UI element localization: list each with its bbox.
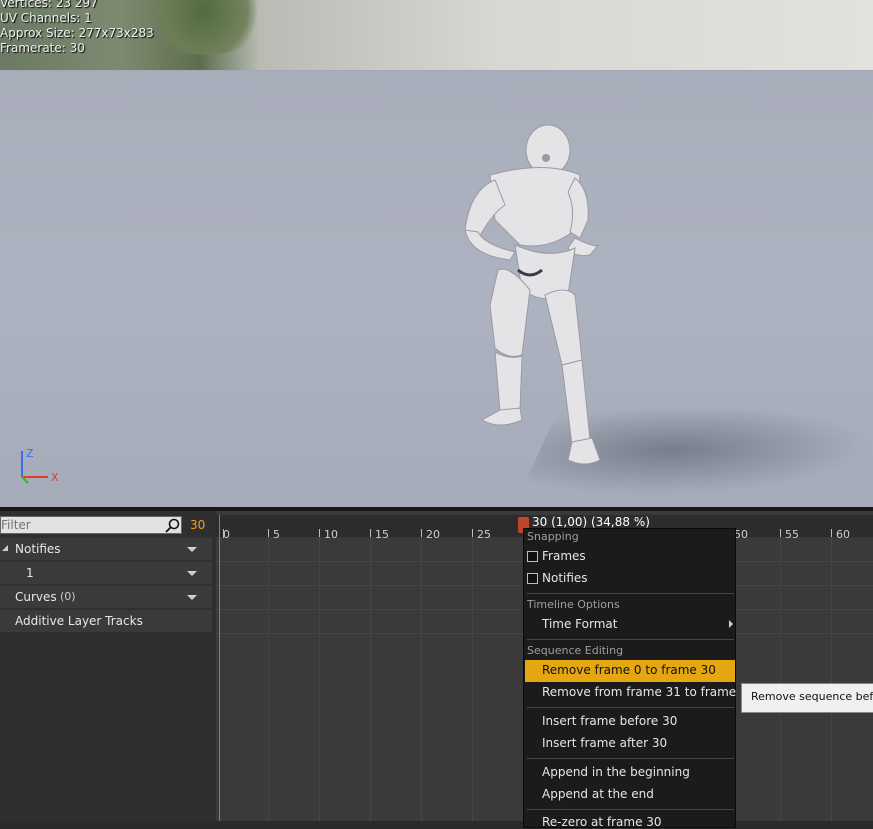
expand-arrow-icon[interactable] xyxy=(2,545,8,551)
ruler-tick-label: 20 xyxy=(426,528,440,541)
menu-separator xyxy=(527,639,734,640)
menu-item-insert-after[interactable]: Insert frame after 30 xyxy=(542,736,667,750)
stat-uv-channels: UV Channels: 1 xyxy=(0,11,92,25)
menu-item-insert-before[interactable]: Insert frame before 30 xyxy=(542,714,677,728)
frames-checkbox[interactable] xyxy=(527,551,538,562)
grid-line xyxy=(319,537,320,821)
tooltip-text: Remove sequence before xyxy=(751,690,873,703)
axis-z-label: Z xyxy=(26,447,34,460)
dropdown-arrow-icon[interactable] xyxy=(187,571,197,576)
ruler-tick-label: 10 xyxy=(324,528,338,541)
notifies-checkbox[interactable] xyxy=(527,573,538,584)
axis-gizmo: Z X xyxy=(21,447,59,484)
menu-separator xyxy=(527,707,734,708)
background-foliage xyxy=(150,0,260,55)
menu-tooltip: Remove sequence before xyxy=(741,683,873,713)
playhead-readout: 30 (1,00) (34,88 %) xyxy=(532,515,650,529)
grid-line xyxy=(370,537,371,821)
track-label: Notifies xyxy=(15,542,61,556)
menu-item-snap-frames[interactable]: Frames xyxy=(542,549,586,563)
timeline-context-menu: Snapping Frames Notifies Timeline Option… xyxy=(523,528,755,829)
menu-section-header: Sequence Editing xyxy=(527,644,624,657)
current-frame-count: 30 xyxy=(190,518,206,532)
menu-item-remove-frame-0-to-30[interactable]: Remove frame 0 to frame 30 xyxy=(542,663,716,677)
axis-x-label: X xyxy=(51,471,59,484)
grid-line xyxy=(268,537,269,821)
dropdown-arrow-icon[interactable] xyxy=(187,595,197,600)
filter-box[interactable] xyxy=(0,516,182,534)
menu-separator xyxy=(527,809,734,810)
track-label: Curves xyxy=(15,590,57,604)
ruler-tick-label: 55 xyxy=(785,528,799,541)
menu-item-append-beginning[interactable]: Append in the beginning xyxy=(542,765,690,779)
grid-line xyxy=(831,537,832,821)
grid-line xyxy=(472,537,473,821)
menu-item-remove-frame-31-to-87[interactable]: Remove from frame 31 to frame 87 xyxy=(542,685,755,699)
track-row-notify-1[interactable]: 1 xyxy=(0,562,212,584)
ruler-tick-label: 0 xyxy=(223,528,230,541)
submenu-arrow-icon xyxy=(729,620,733,628)
stat-framerate: Framerate: 30 xyxy=(0,41,85,55)
grid-line xyxy=(780,537,781,821)
sequence-editor-panel: 30 Notifies 1 Curves (0) Additive Layer … xyxy=(0,511,873,821)
menu-item-snap-notifies[interactable]: Notifies xyxy=(542,571,588,585)
track-row-curves[interactable]: Curves (0) xyxy=(0,586,212,608)
menu-item-append-end[interactable]: Append at the end xyxy=(542,787,654,801)
ruler-tick-label: 25 xyxy=(477,528,491,541)
curves-count: (0) xyxy=(60,590,76,603)
menu-section-header: Snapping xyxy=(527,530,579,543)
viewport-stats: Vertices: 23 297 UV Channels: 1 Approx S… xyxy=(0,0,154,56)
grid-line xyxy=(421,537,422,821)
ruler-tick-label: 15 xyxy=(375,528,389,541)
stat-vertices: Vertices: 23 297 xyxy=(0,0,98,10)
ruler-tick-label: 60 xyxy=(836,528,850,541)
ruler-tick-label: 5 xyxy=(273,528,280,541)
track-label: 1 xyxy=(26,566,34,580)
menu-separator xyxy=(527,758,734,759)
track-row-additive-layer-tracks[interactable]: Additive Layer Tracks xyxy=(0,610,212,632)
menu-item-rezero[interactable]: Re-zero at frame 30 xyxy=(542,815,662,829)
ruler-tick-label: 50 xyxy=(734,528,748,541)
filter-input[interactable] xyxy=(1,517,161,533)
track-row-notifies[interactable]: Notifies xyxy=(0,538,212,560)
stat-approx-size: Approx Size: 277x73x283 xyxy=(0,26,154,40)
mannequin-character[interactable] xyxy=(450,120,620,480)
track-list: 30 Notifies 1 Curves (0) Additive Layer … xyxy=(0,511,214,821)
dropdown-arrow-icon[interactable] xyxy=(187,547,197,552)
sequence-start-marker xyxy=(219,515,220,821)
animation-viewport[interactable]: Vertices: 23 297 UV Channels: 1 Approx S… xyxy=(0,0,873,509)
track-label: Additive Layer Tracks xyxy=(15,614,143,628)
search-icon[interactable] xyxy=(163,518,181,533)
menu-separator xyxy=(527,593,734,594)
menu-section-header: Timeline Options xyxy=(527,598,620,611)
menu-item-time-format[interactable]: Time Format xyxy=(542,617,617,631)
